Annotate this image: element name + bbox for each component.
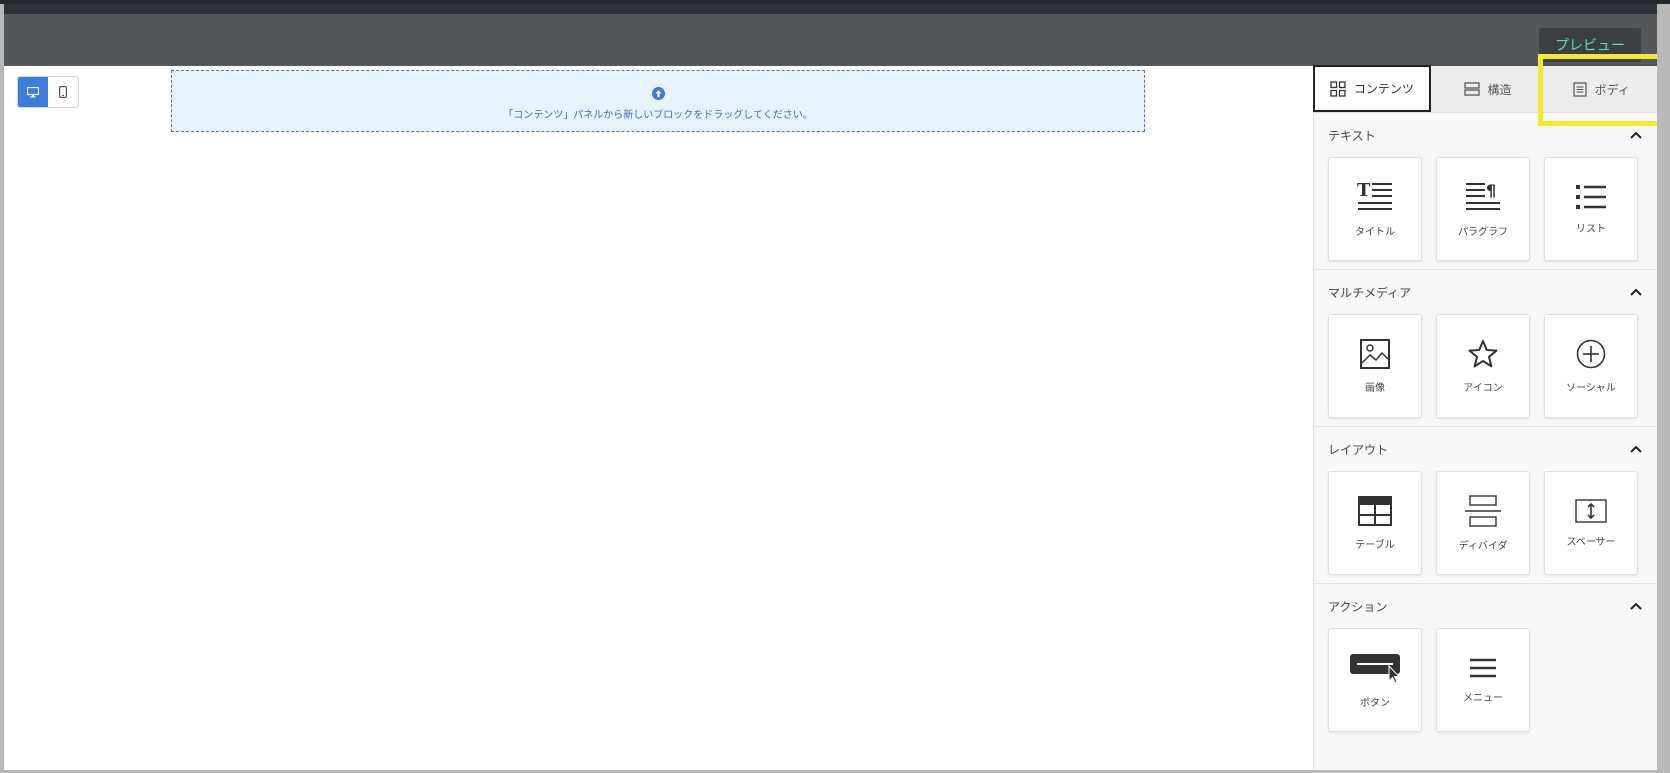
block-label: アイコン (1463, 382, 1503, 394)
section-text: テキスト T タイトル ¶ パラグラフ リスト (1314, 113, 1657, 270)
editor-frame: プレビュー 「コンテンツ」パネルから新しいブロックをドラッグしてください。 コン… (4, 4, 1657, 770)
panel-tabs: コンテンツ 構造 ボディ (1313, 54, 1657, 126)
block-label: ソーシャル (1566, 382, 1616, 394)
tab-label: 構造 (1487, 82, 1512, 97)
preview-button[interactable]: プレビュー (1539, 28, 1641, 62)
block-label: 画像 (1365, 382, 1385, 394)
device-toggle (17, 76, 79, 108)
top-toolbar: プレビュー (4, 4, 1657, 66)
block-label: スペーサー (1566, 536, 1616, 548)
grid-icon (1330, 80, 1346, 97)
desktop-view-button[interactable] (18, 77, 48, 107)
block-title[interactable]: T タイトル (1328, 157, 1422, 261)
block-table[interactable]: テーブル (1328, 471, 1422, 575)
chevron-up-icon[interactable] (1630, 602, 1642, 610)
block-button[interactable]: ボタン (1328, 628, 1422, 732)
chevron-up-icon[interactable] (1630, 131, 1642, 139)
block-label: パラグラフ (1458, 226, 1508, 238)
block-label: ディバイダ (1458, 540, 1508, 552)
block-menu[interactable]: メニュー (1436, 628, 1530, 732)
section-header[interactable]: マルチメディア (1328, 270, 1642, 314)
section-title: レイアウト (1328, 442, 1389, 457)
svg-text:¶: ¶ (1486, 181, 1496, 200)
block-divider[interactable]: ディバイダ (1436, 471, 1530, 575)
block-image[interactable]: 画像 (1328, 314, 1422, 418)
content-panel: コンテンツ 構造 ボディ テキスト T タイトル ¶ パラグラフ リスト マルチ… (1313, 54, 1657, 770)
block-label: ボタン (1360, 697, 1390, 709)
block-label: メニュー (1463, 692, 1503, 704)
chevron-up-icon[interactable] (1630, 288, 1642, 296)
block-label: テーブル (1355, 539, 1395, 551)
spacer-icon (1575, 498, 1607, 523)
menu-icon (1470, 658, 1496, 677)
plus-circle-icon (1576, 339, 1606, 368)
svg-text:T: T (1357, 181, 1371, 201)
section-header[interactable]: レイアウト (1328, 427, 1642, 471)
image-icon (1360, 338, 1390, 369)
section-header[interactable]: アクション (1328, 584, 1642, 628)
upload-arrow-icon (651, 87, 665, 100)
desktop-icon (27, 86, 39, 97)
section-layout: レイアウト テーブル ディバイダ スペーサー (1314, 427, 1657, 584)
body-icon (1572, 81, 1587, 97)
section-title: テキスト (1328, 128, 1376, 143)
block-spacer[interactable]: スペーサー (1544, 471, 1638, 575)
table-icon (1358, 495, 1392, 526)
button-cursor-icon (1350, 653, 1401, 684)
chevron-up-icon[interactable] (1630, 445, 1642, 453)
tab-body[interactable]: ボディ (1538, 54, 1657, 126)
section-header[interactable]: テキスト (1328, 113, 1642, 157)
section-title: アクション (1328, 599, 1388, 614)
mobile-view-button[interactable] (48, 77, 78, 107)
title-icon: T (1357, 181, 1392, 210)
mobile-icon (59, 86, 67, 98)
structure-icon (1463, 82, 1480, 96)
section-action: アクション ボタン メニュー (1314, 584, 1657, 740)
divider-icon (1465, 494, 1501, 527)
paragraph-icon: ¶ (1466, 181, 1500, 210)
section-title: マルチメディア (1328, 285, 1412, 300)
block-label: タイトル (1355, 226, 1395, 238)
tab-structure[interactable]: 構造 (1431, 66, 1545, 112)
list-icon (1576, 184, 1606, 209)
block-list[interactable]: リスト (1544, 157, 1638, 261)
star-icon (1468, 339, 1498, 367)
tab-label: ボディ (1594, 82, 1630, 97)
section-multimedia: マルチメディア 画像 アイコン ソーシャル (1314, 270, 1657, 427)
drop-zone-message: 「コンテンツ」パネルから新しいブロックをドラッグしてください。 (503, 110, 813, 121)
tab-contents[interactable]: コンテンツ (1313, 65, 1431, 112)
block-social[interactable]: ソーシャル (1544, 314, 1638, 418)
block-paragraph[interactable]: ¶ パラグラフ (1436, 157, 1530, 261)
tab-label: コンテンツ (1353, 82, 1414, 96)
block-label: リスト (1576, 223, 1606, 235)
block-icon[interactable]: アイコン (1436, 314, 1530, 418)
drop-zone[interactable]: 「コンテンツ」パネルから新しいブロックをドラッグしてください。 (171, 70, 1145, 132)
